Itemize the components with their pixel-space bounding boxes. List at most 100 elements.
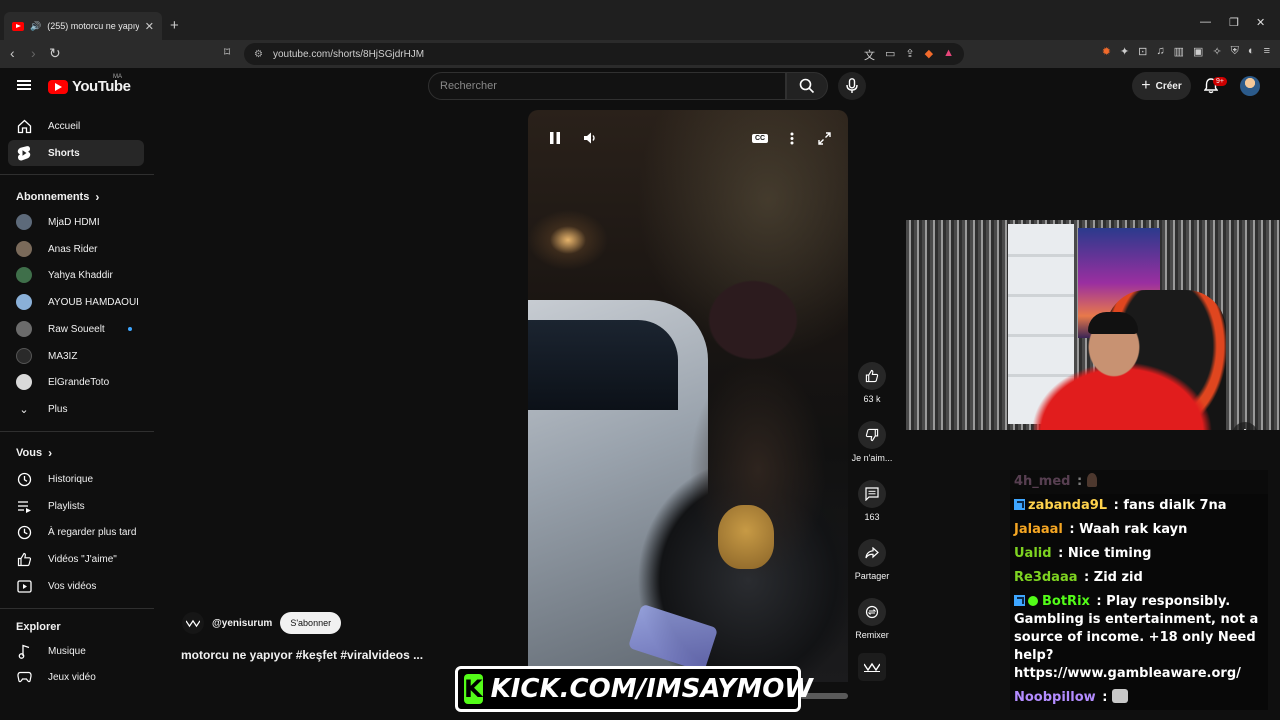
sidebar-item-music[interactable]: Musique <box>8 638 144 664</box>
guide-menu-icon[interactable] <box>17 80 31 90</box>
sidebar-item-subscription[interactable]: AYOUB HAMDAOUI <box>8 289 144 315</box>
sidebar-item-label: À regarder plus tard <box>48 526 137 538</box>
sidebar-item-label: Jeux vidéo <box>48 671 96 683</box>
bookmark-icon[interactable]: ⌑ <box>224 45 230 59</box>
chevron-down-icon: ⌄ <box>19 403 29 416</box>
sidebar-item-your-videos[interactable]: Vos vidéos <box>8 573 144 599</box>
voice-search-button[interactable] <box>838 72 866 100</box>
explore-heading: Explorer <box>16 621 61 633</box>
reload-icon[interactable]: ↻ <box>49 45 61 62</box>
sidebar-item-subscription[interactable]: MjaD HDMI <box>8 209 144 235</box>
sidebar-item-history[interactable]: Historique <box>8 466 144 492</box>
rewards-icon[interactable]: ▲ <box>943 47 954 63</box>
media-icon[interactable]: ♫ <box>1156 45 1164 58</box>
site-settings-icon[interactable]: ⚙ <box>254 49 263 60</box>
chat-message: 4h_med : <box>1010 470 1268 494</box>
like-button[interactable]: 63 k <box>850 362 894 404</box>
remix-button[interactable]: Remixer <box>850 598 894 640</box>
sidebar-toggle-icon[interactable]: ▥ <box>1174 45 1184 58</box>
browser-tab[interactable]: 🔊 (255) motorcu ne yapıyor #keşfet ✕ <box>4 12 162 40</box>
sidebar-item-label: Vidéos "J'aime" <box>48 553 117 565</box>
address-bar[interactable]: ⚙ youtube.com/shorts/8HjSGjdrHJM 文 ▭ ⇪ ◆… <box>244 43 964 65</box>
volume-button[interactable] <box>581 130 601 146</box>
comments-button[interactable]: 163 <box>850 480 894 522</box>
short-title[interactable]: motorcu ne yapıyor #keşfet #viralvideos … <box>181 648 423 662</box>
shorts-video-player[interactable]: CC <box>528 110 848 682</box>
shorts-icon <box>16 145 32 161</box>
sidebar-item-subscription[interactable]: Anas Rider <box>8 236 144 262</box>
share-page-icon[interactable]: ⇪ <box>905 47 914 63</box>
share-label: Partager <box>854 571 890 581</box>
sidebar-item-label: Playlists <box>48 500 85 512</box>
search-input[interactable]: Rechercher <box>428 72 786 100</box>
subscriptions-heading[interactable]: Abonnements › <box>16 190 99 204</box>
sidebar-item-subscription[interactable]: Raw Soueelt <box>8 316 144 342</box>
chat-message: zabanda9L : fans dialk 7na <box>1010 494 1268 518</box>
more-options-button[interactable] <box>782 130 802 146</box>
pause-button[interactable] <box>545 130 565 146</box>
channel-avatar <box>16 294 32 310</box>
channel-logo-icon <box>864 662 880 672</box>
cast-icon[interactable]: ▭ <box>885 47 895 63</box>
sidebar-item-label: MA3IZ <box>48 350 78 362</box>
sidebar-item-gaming[interactable]: Jeux vidéo <box>8 664 144 690</box>
like-count: 63 k <box>863 394 881 404</box>
sidebar-item-shorts[interactable]: Shorts <box>8 140 144 166</box>
sidebar-item-subscription[interactable]: MA3IZ <box>8 343 144 369</box>
translate-icon[interactable]: 文 <box>864 47 875 63</box>
menu-icon[interactable]: ≡ <box>1264 45 1270 58</box>
video-teddy-bear <box>718 505 774 569</box>
brave-shield-icon[interactable]: ◆ <box>925 47 933 63</box>
back-icon[interactable]: ‹ <box>10 45 15 61</box>
history-icon <box>16 471 32 487</box>
share-icon <box>858 539 886 567</box>
new-tab-icon[interactable]: + <box>170 17 179 34</box>
screenshot-icon[interactable]: ⊡ <box>1138 45 1147 58</box>
sidebar-item-label: Raw Soueelt <box>48 323 105 335</box>
you-heading[interactable]: Vous › <box>16 446 52 460</box>
boost-badge-icon <box>1014 595 1025 606</box>
close-tab-icon[interactable]: ✕ <box>145 20 154 33</box>
tab-title: (255) motorcu ne yapıyor #keşfet <box>47 21 139 31</box>
leo-icon[interactable]: ✧ <box>1212 45 1221 58</box>
extension-fox-icon[interactable]: ✹ <box>1102 45 1111 58</box>
dislike-button[interactable]: Je n'aim... <box>850 421 894 463</box>
profile-icon[interactable]: ◐ <box>1248 45 1255 58</box>
maximize-icon[interactable]: ❐ <box>1229 16 1239 29</box>
channel-name[interactable]: @yenisurum <box>212 618 272 629</box>
sidebar-divider <box>0 174 154 175</box>
sidebar-item-subscription[interactable]: ElGrandeToto <box>8 369 144 395</box>
captions-button[interactable]: CC <box>750 130 770 146</box>
sidebar-item-label: MjaD HDMI <box>48 216 100 228</box>
speaker-icon[interactable]: 🔊 <box>30 21 41 32</box>
fullscreen-button[interactable] <box>814 130 834 146</box>
scroll-down-button[interactable] <box>1232 422 1258 430</box>
youtube-play-icon <box>48 79 68 94</box>
minimize-icon[interactable]: — <box>1200 16 1211 28</box>
extensions-icon[interactable]: ✦ <box>1120 45 1129 58</box>
remix-label: Remixer <box>855 630 889 640</box>
sidebar-item-more[interactable]: ⌄ Plus <box>8 396 144 422</box>
search-button[interactable] <box>786 72 828 100</box>
youtube-logo[interactable]: YouTube MA <box>48 74 131 95</box>
vpn-icon[interactable]: ⛨ <box>1231 45 1239 58</box>
region-code: MA <box>113 74 122 80</box>
chat-message: Ualid : Nice timing <box>1010 542 1268 566</box>
create-button[interactable]: + Créer <box>1132 72 1191 100</box>
wallet-icon[interactable]: ▣ <box>1193 45 1203 58</box>
subscribe-button[interactable]: S'abonner <box>280 612 342 634</box>
forward-icon[interactable]: › <box>31 45 36 61</box>
channel-avatar[interactable] <box>182 612 204 634</box>
sidebar-item-subscription[interactable]: Yahya Khaddir <box>8 262 144 288</box>
sidebar-item-home[interactable]: Accueil <box>8 113 144 139</box>
home-icon <box>16 118 32 134</box>
expand-icon <box>817 131 831 145</box>
share-button[interactable]: Partager <box>850 539 894 581</box>
sidebar-item-playlists[interactable]: Playlists <box>8 493 144 519</box>
sidebar-item-liked-videos[interactable]: Vidéos "J'aime" <box>8 546 144 572</box>
account-avatar[interactable] <box>1240 76 1260 96</box>
kick-logo-icon: K <box>464 674 483 704</box>
sidebar-item-watch-later[interactable]: À regarder plus tard <box>8 519 144 545</box>
close-window-icon[interactable]: ✕ <box>1256 16 1265 29</box>
sound-thumbnail[interactable] <box>858 653 886 681</box>
